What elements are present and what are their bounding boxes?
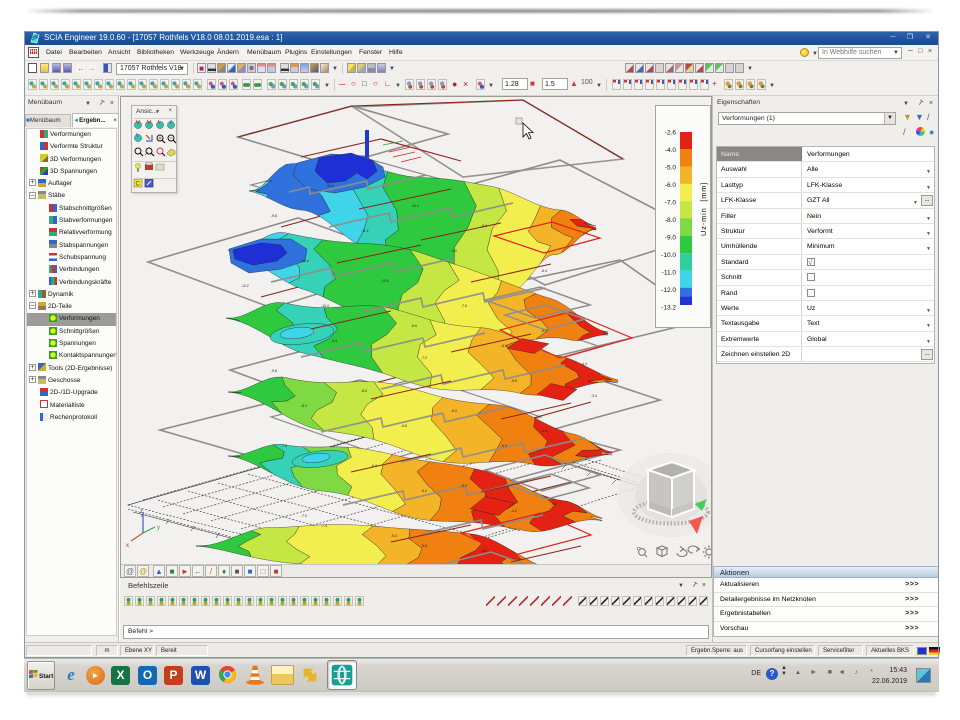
- svg-text:-4.4: -4.4: [581, 362, 587, 366]
- svg-text:-5.0: -5.0: [665, 165, 677, 172]
- svg-text:-12.0: -12.0: [661, 287, 676, 294]
- svg-text:-6.0: -6.0: [451, 409, 457, 413]
- svg-text:-8.6: -8.6: [411, 324, 417, 328]
- svg-text:-9.2: -9.2: [451, 249, 457, 253]
- svg-text:-9.0: -9.0: [665, 235, 677, 242]
- svg-text:-8.4: -8.4: [481, 224, 487, 228]
- svg-text:-5.2: -5.2: [541, 329, 547, 333]
- svg-text:-12.2: -12.2: [241, 284, 249, 288]
- svg-text:-3.4: -3.4: [591, 394, 597, 398]
- svg-text:x: x: [126, 543, 129, 549]
- svg-text:-2.6: -2.6: [665, 130, 677, 137]
- svg-text:-10.2: -10.2: [411, 204, 419, 208]
- svg-text:-5.6: -5.6: [421, 544, 427, 548]
- svg-text:-11.4: -11.4: [361, 229, 369, 233]
- svg-text:-4.0: -4.0: [481, 549, 487, 553]
- svg-text:-7.0: -7.0: [665, 200, 677, 207]
- svg-text:-5.0: -5.0: [501, 444, 507, 448]
- svg-text:-7.2: -7.2: [421, 356, 427, 360]
- svg-text:-11.0: -11.0: [662, 270, 677, 277]
- svg-text:y: y: [157, 525, 160, 531]
- svg-text:-6.8: -6.8: [401, 424, 407, 428]
- svg-text:-6.4: -6.4: [371, 464, 377, 468]
- svg-text:-5.8: -5.8: [511, 379, 517, 383]
- svg-text:-8.0: -8.0: [361, 389, 367, 393]
- svg-text:-6.6: -6.6: [501, 344, 507, 348]
- svg-text:-8.0: -8.0: [665, 217, 677, 224]
- svg-text:-7.4: -7.4: [321, 524, 327, 528]
- svg-text:-5.2: -5.2: [461, 484, 467, 488]
- svg-text:Uz-min [mm]: Uz-min [mm]: [699, 182, 708, 236]
- svg-text:-11.8: -11.8: [326, 184, 334, 188]
- svg-text:-9.6: -9.6: [271, 214, 277, 218]
- svg-text:-5.4: -5.4: [391, 534, 397, 538]
- svg-text:-12.6: -12.6: [301, 259, 309, 263]
- svg-text:-10.4: -10.4: [321, 304, 329, 308]
- svg-text:-8.2: -8.2: [301, 404, 307, 408]
- svg-text:-10.8: -10.8: [381, 279, 389, 283]
- svg-text:C: C: [136, 182, 141, 188]
- svg-text:-6.2: -6.2: [421, 489, 427, 493]
- svg-text:z: z: [140, 509, 143, 515]
- svg-text:-4.6: -4.6: [541, 429, 547, 433]
- svg-text:-7.0: -7.0: [301, 514, 307, 518]
- svg-text:-7.6: -7.6: [461, 304, 467, 308]
- svg-text:-9.4: -9.4: [331, 339, 337, 343]
- svg-text:-13.2: -13.2: [661, 305, 676, 312]
- svg-text:-4.0: -4.0: [665, 147, 677, 154]
- svg-text:-4.2: -4.2: [511, 509, 517, 513]
- svg-text:-7.8: -7.8: [281, 444, 287, 448]
- svg-text:-6.0: -6.0: [665, 182, 677, 189]
- svg-text:-9.8: -9.8: [271, 369, 277, 373]
- svg-text:-3.8: -3.8: [551, 502, 557, 506]
- svg-text:-10.0: -10.0: [661, 252, 676, 259]
- svg-text:-6.4: -6.4: [541, 269, 547, 273]
